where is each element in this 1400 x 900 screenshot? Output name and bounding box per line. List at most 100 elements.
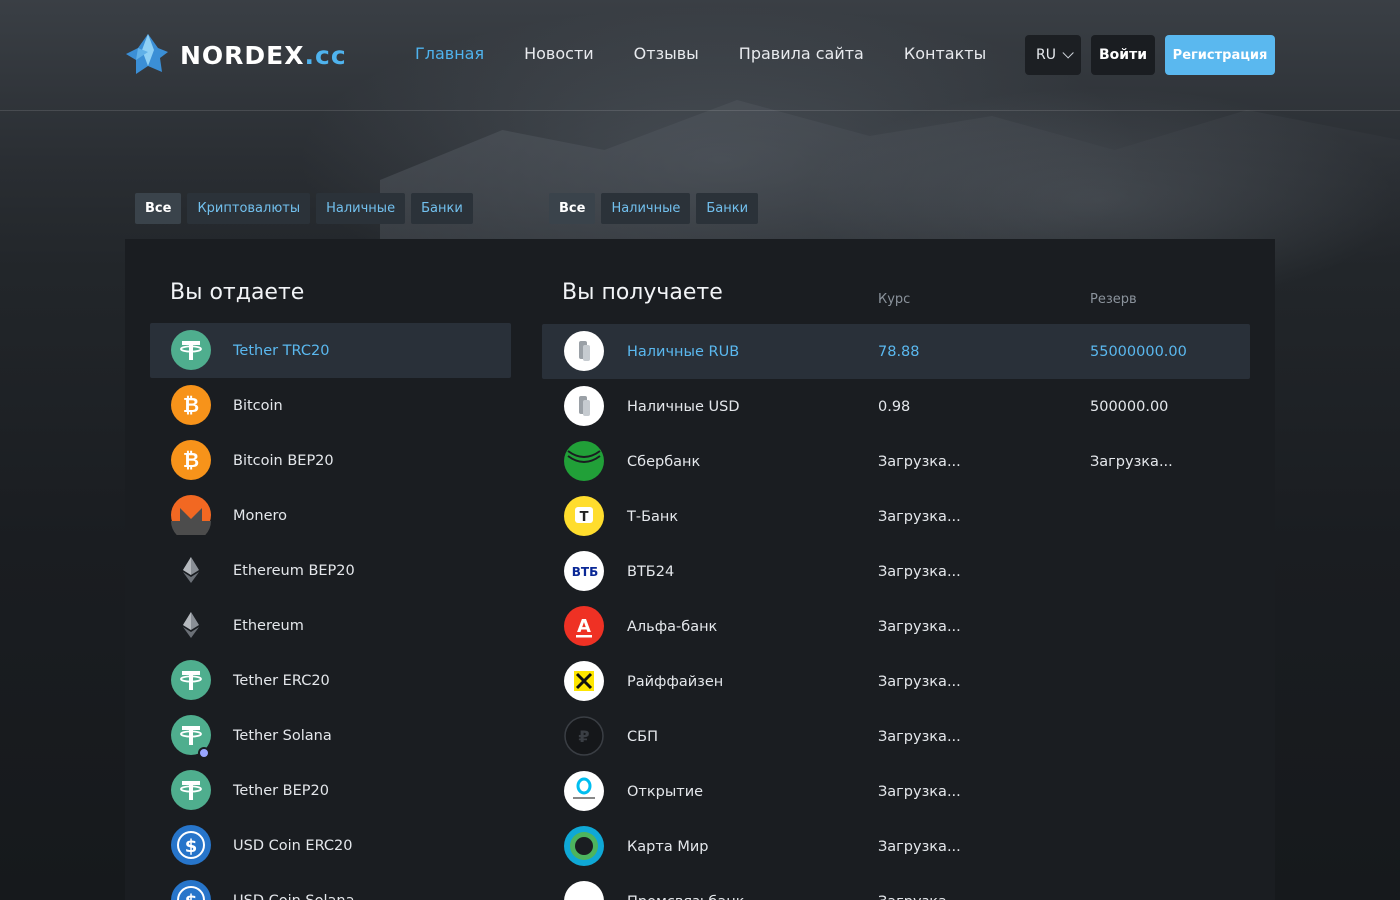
get-filter-1[interactable]: Все	[549, 193, 596, 224]
currency-name: Tether ERC20	[233, 672, 330, 689]
give-currency-row[interactable]: Ethereum	[150, 598, 511, 653]
main-nav: Главная Новости Отзывы Правила сайта Контакт…	[415, 44, 986, 63]
get-currency-row[interactable]: ₽ СБП Загрузка...	[542, 709, 1250, 764]
give-title: Вы отдаете	[170, 280, 305, 305]
get-currency-row[interactable]: Промсвязьбанк Загрузка...	[542, 874, 1250, 900]
currency-name: Альфа-банк	[627, 618, 718, 635]
get-currency-row[interactable]: А Альфа-банк Загрузка...	[542, 599, 1250, 654]
tether-icon	[171, 660, 211, 700]
get-currency-row[interactable]: Сбербанк Загрузка... Загрузка...	[542, 434, 1250, 489]
iceberg-logo-icon	[126, 34, 168, 74]
get-title: Вы получаете	[562, 280, 723, 305]
get-currency-row[interactable]: Райффайзен Загрузка...	[542, 654, 1250, 709]
nav-link-3[interactable]: Отзывы	[634, 44, 699, 63]
bitcoin-icon: ₿	[171, 440, 211, 480]
register-button[interactable]: Регистрация	[1165, 35, 1275, 75]
exchange-rate: Загрузка...	[878, 453, 961, 470]
nav-link-1[interactable]: Главная	[415, 44, 484, 63]
svg-text:А: А	[577, 616, 591, 637]
exchange-rate: 0.98	[878, 398, 911, 415]
get-currency-row[interactable]: Наличные RUB 78.88 55000000.00	[542, 324, 1250, 379]
nav-link-2[interactable]: Новости	[524, 44, 594, 63]
currency-name: Т-Банк	[627, 508, 679, 525]
logo-name: NORDEX	[180, 40, 305, 70]
get-currency-row[interactable]: Карта Мир Загрузка...	[542, 819, 1250, 874]
alfabank-icon: А	[564, 606, 604, 646]
svg-text:$: $	[185, 836, 198, 857]
svg-text:ВТБ: ВТБ	[572, 565, 598, 579]
exchange-rate: Загрузка...	[878, 838, 961, 855]
give-filter-1[interactable]: Все	[135, 193, 182, 224]
usdc-icon: $	[171, 825, 211, 865]
give-currency-row[interactable]: $ USD Coin ERC20	[150, 818, 511, 873]
currency-name: Ethereum BEP20	[233, 562, 355, 579]
exchange-rate: Загрузка...	[878, 673, 961, 690]
currency-name: Сбербанк	[627, 453, 701, 470]
tether-icon	[171, 770, 211, 810]
give-currency-row[interactable]: Tether TRC20	[150, 323, 511, 378]
raiffeisen-icon	[564, 661, 604, 701]
cash-icon	[564, 386, 604, 426]
give-filter-tabs: Все Криптовалюты Наличные Банки	[135, 193, 473, 224]
ethereum-icon	[171, 550, 211, 590]
get-filter-2[interactable]: Наличные	[601, 193, 691, 224]
solana-badge-icon	[198, 747, 210, 759]
currency-name: Tether TRC20	[233, 342, 330, 359]
svg-text:₿: ₿	[183, 393, 199, 417]
give-currency-row[interactable]: Tether Solana	[150, 708, 511, 763]
give-currency-row[interactable]: $ USD Coin Solana	[150, 873, 511, 900]
rate-header: Курс	[878, 292, 911, 307]
currency-name: Промсвязьбанк	[627, 894, 744, 900]
give-currency-row[interactable]: Tether BEP20	[150, 763, 511, 818]
tbank-icon: T	[564, 496, 604, 536]
give-currency-row[interactable]: Monero	[150, 488, 511, 543]
give-filter-3[interactable]: Наличные	[316, 193, 406, 224]
currency-name: Monero	[233, 507, 288, 524]
login-button[interactable]: Войти	[1091, 35, 1155, 75]
currency-name: Наличные RUB	[627, 343, 740, 360]
get-filter-3[interactable]: Банки	[696, 193, 759, 224]
currency-name: Наличные USD	[627, 398, 740, 415]
usdc-icon: $	[171, 880, 211, 900]
ethereum-icon	[171, 605, 211, 645]
exchange-rate: Загрузка...	[878, 508, 961, 525]
get-currency-row[interactable]: Наличные USD 0.98 500000.00	[542, 379, 1250, 434]
get-filter-tabs: Все Наличные Банки	[549, 193, 759, 224]
svg-text:₽: ₽	[578, 727, 589, 746]
sbp-icon: ₽	[564, 716, 604, 756]
currency-name: Tether Solana	[233, 727, 332, 744]
language-select[interactable]: RU	[1025, 35, 1081, 75]
give-currency-row[interactable]: ₿ Bitcoin	[150, 378, 511, 433]
currency-name: Tether BEP20	[233, 782, 329, 799]
give-currency-row[interactable]: Tether ERC20	[150, 653, 511, 708]
exchange-rate: 78.88	[878, 343, 920, 360]
exchange-rate: Загрузка...	[878, 783, 961, 800]
currency-name: Открытие	[627, 783, 704, 800]
get-currency-row[interactable]: ВТБ ВТБ24 Загрузка...	[542, 544, 1250, 599]
give-currency-row[interactable]: Ethereum BEP20	[150, 543, 511, 598]
get-currency-row[interactable]: T Т-Банк Загрузка...	[542, 489, 1250, 544]
currency-name: Bitcoin	[233, 397, 283, 414]
reserve-amount: 500000.00	[1090, 398, 1169, 415]
nav-link-4[interactable]: Правила сайта	[739, 44, 864, 63]
give-currency-row[interactable]: ₿ Bitcoin BEP20	[150, 433, 511, 488]
sberbank-icon	[564, 441, 604, 481]
reserve-amount: 55000000.00	[1090, 343, 1187, 360]
svg-text:₿: ₿	[183, 448, 199, 472]
give-filter-4[interactable]: Банки	[411, 193, 473, 224]
logo[interactable]: NORDEX.cc	[124, 32, 347, 78]
svg-text:$: $	[185, 891, 198, 900]
give-filter-2[interactable]: Криптовалюты	[187, 193, 311, 224]
currency-name: USD Coin Solana	[233, 893, 354, 900]
get-currency-row[interactable]: Открытие Загрузка...	[542, 764, 1250, 819]
currency-name: Bitcoin BEP20	[233, 452, 334, 469]
mir-icon	[564, 826, 604, 866]
currency-name: USD Coin ERC20	[233, 837, 353, 854]
logo-tld: .cc	[304, 40, 347, 70]
currency-name: ВТБ24	[627, 563, 675, 580]
exchange-rate: Загрузка...	[878, 728, 961, 745]
currency-name: Карта Мир	[627, 838, 709, 855]
nav-link-5[interactable]: Контакты	[904, 44, 986, 63]
chevron-down-icon	[1062, 47, 1074, 59]
tether-icon	[171, 330, 211, 370]
